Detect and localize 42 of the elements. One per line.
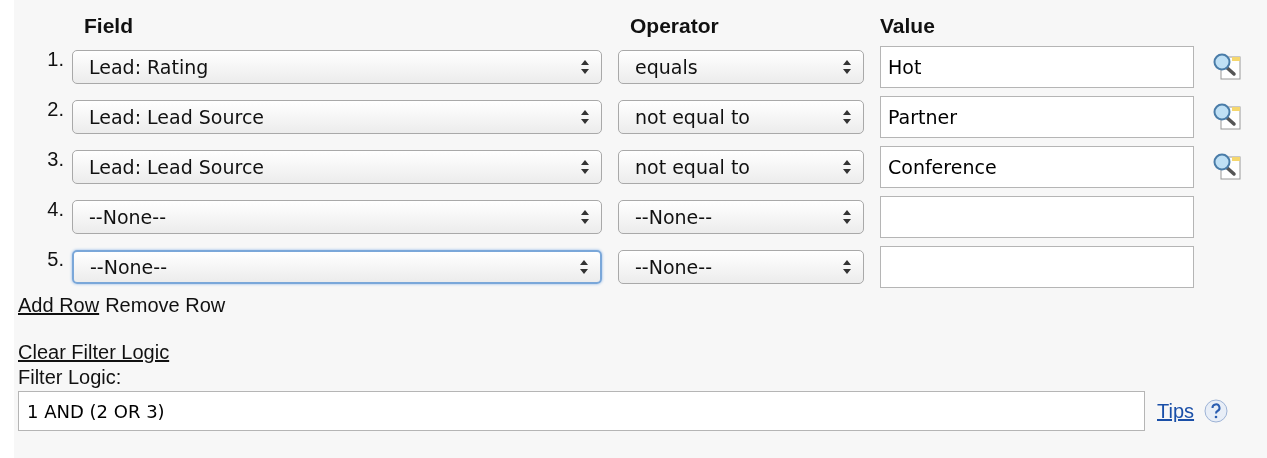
value-input[interactable] — [880, 196, 1194, 238]
updown-arrow-icon — [843, 60, 851, 74]
operator-select[interactable]: not equal to — [618, 150, 864, 184]
filter-logic-input[interactable]: 1 AND (2 OR 3) — [18, 391, 1145, 431]
lookup-magnifier-icon[interactable] — [1212, 52, 1242, 82]
updown-arrow-icon — [581, 160, 589, 174]
row-number: 2. — [47, 98, 64, 121]
updown-arrow-icon — [843, 110, 851, 124]
column-header: Value — [880, 14, 936, 38]
row-number: 4. — [47, 198, 64, 221]
operator-select[interactable]: --None-- — [618, 250, 864, 284]
field-select[interactable]: Lead: Lead Source — [72, 150, 602, 184]
lookup-magnifier-icon[interactable] — [1212, 102, 1242, 132]
operator-select[interactable]: --None-- — [618, 200, 864, 234]
column-header: Operator — [630, 14, 720, 38]
clear-filter-logic-link[interactable]: Clear Filter Logic — [18, 341, 170, 364]
tips-link[interactable]: Tips — [1157, 399, 1195, 423]
updown-arrow-icon — [843, 210, 851, 224]
filter-logic-label: Filter Logic: — [18, 366, 123, 389]
field-select[interactable]: Lead: Lead Source — [72, 100, 602, 134]
row-number: 3. — [47, 148, 64, 171]
updown-arrow-icon — [843, 260, 851, 274]
operator-select[interactable]: not equal to — [618, 100, 864, 134]
column-header: Field — [84, 14, 134, 38]
updown-arrow-icon — [581, 210, 589, 224]
updown-arrow-icon — [581, 110, 589, 124]
value-input[interactable]: Hot — [880, 46, 1194, 88]
updown-arrow-icon — [581, 60, 589, 74]
updown-arrow-icon — [580, 260, 588, 274]
operator-select[interactable]: equals — [618, 50, 864, 84]
help-icon[interactable] — [1204, 399, 1229, 423]
field-select[interactable]: Lead: Rating — [72, 50, 602, 84]
value-input[interactable] — [880, 246, 1194, 288]
field-select[interactable]: --None-- — [72, 250, 602, 284]
add-row-link[interactable]: Add Row — [18, 294, 100, 317]
value-input[interactable]: Conference — [880, 146, 1194, 188]
field-select[interactable]: --None-- — [72, 200, 602, 234]
lookup-magnifier-icon[interactable] — [1212, 152, 1242, 182]
updown-arrow-icon — [843, 160, 851, 174]
row-number: 5. — [47, 248, 64, 271]
row-number: 1. — [47, 48, 64, 71]
value-input[interactable]: Partner — [880, 96, 1194, 138]
